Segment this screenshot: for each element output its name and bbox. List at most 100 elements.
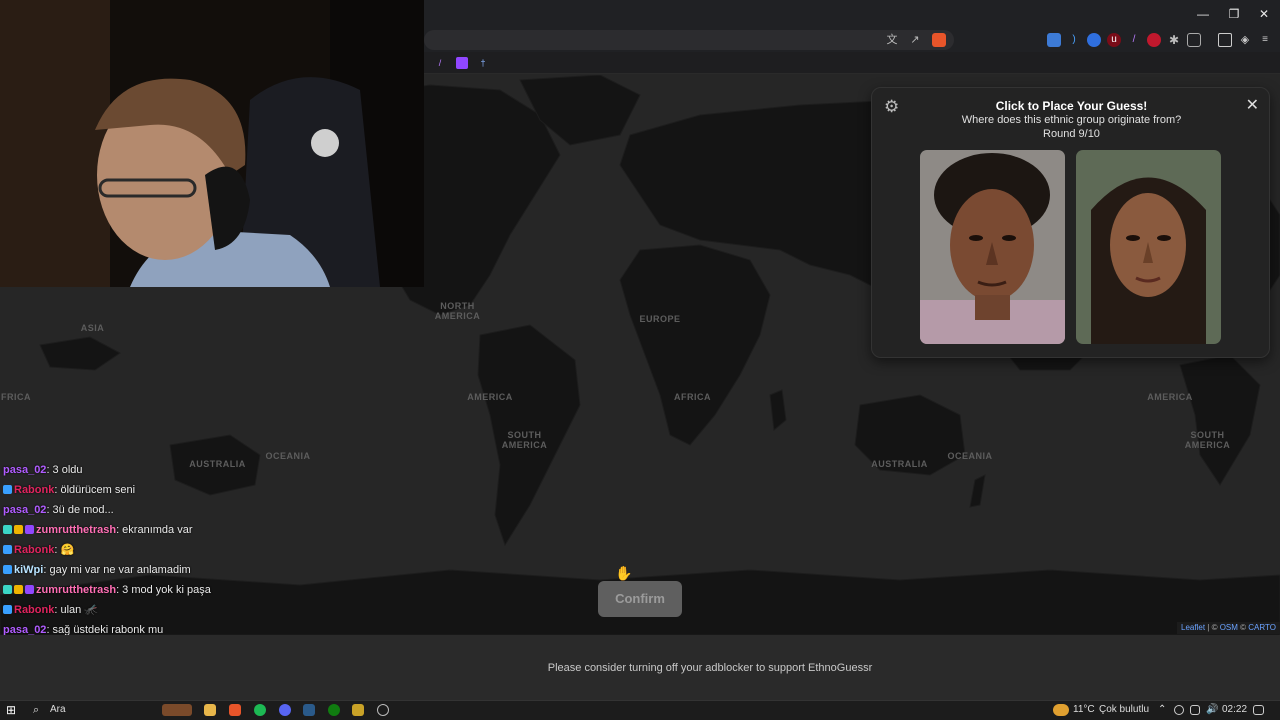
chat-text: : 3ü de mod... xyxy=(46,504,114,516)
label-america-mid: AMERICA xyxy=(467,392,513,402)
share-icon[interactable]: ↗ xyxy=(908,33,922,47)
label-europe: EUROPE xyxy=(639,314,681,324)
chat-message: Rabonk: ulan 🦟 xyxy=(3,602,423,622)
land-south-america-right xyxy=(1179,354,1261,486)
volume-icon[interactable]: 🔊 xyxy=(1206,703,1218,717)
extension-image-icon[interactable] xyxy=(1047,33,1061,47)
chat-badge-icon xyxy=(25,525,34,534)
label-africa: AFRICA xyxy=(674,392,711,402)
weather-icon xyxy=(1053,704,1069,716)
screenshot-icon[interactable] xyxy=(1187,33,1201,47)
osm-link[interactable]: OSM xyxy=(1220,623,1238,632)
discord-icon[interactable] xyxy=(279,704,291,716)
brave-browser-icon[interactable] xyxy=(229,704,241,716)
label-south-america-right: SOUTH AMERICA xyxy=(1184,430,1231,450)
label-asia-left: ASIA xyxy=(80,323,105,333)
spotify-icon[interactable] xyxy=(254,704,266,716)
sidebar-toggle-icon[interactable] xyxy=(1218,33,1232,47)
file-explorer-icon[interactable] xyxy=(204,704,216,716)
attribution-separator-1: | © xyxy=(1205,623,1220,632)
chat-badge-icon xyxy=(3,585,12,594)
chat-message: Rabonk: 🤗 xyxy=(3,542,423,562)
chat-badge-icon xyxy=(3,545,12,554)
label-africa-left: FRICA xyxy=(1,392,31,402)
label-south-america: SOUTH AMERICA xyxy=(501,430,548,450)
search-icon[interactable]: ⌕ xyxy=(33,703,39,717)
chat-message: pasa_02: 3 oldu xyxy=(3,462,423,482)
network-icon[interactable] xyxy=(1190,705,1200,715)
chat-badge-icon xyxy=(14,585,23,594)
extension-red-icon[interactable] xyxy=(1147,33,1161,47)
chat-text: : öldürücem seni xyxy=(54,484,136,496)
app-l-icon[interactable] xyxy=(352,704,364,716)
chat-username[interactable]: kiWpi xyxy=(14,564,43,576)
tray-chevron-icon[interactable]: ⌃ xyxy=(1158,703,1166,717)
minimize-button[interactable]: — xyxy=(1188,4,1218,24)
brave-shield-icon[interactable] xyxy=(932,33,946,47)
panel-title: Click to Place Your Guess! xyxy=(995,99,1148,113)
taskbar-search-label[interactable]: Ara xyxy=(50,703,66,717)
steam-icon[interactable] xyxy=(303,704,315,716)
extensions-puzzle-icon[interactable]: ✱ xyxy=(1167,33,1181,47)
taskbar-widget-icon[interactable] xyxy=(162,704,192,716)
tray-app-icon[interactable] xyxy=(1174,705,1184,715)
map-attribution: Leaflet | © OSM © CARTO xyxy=(1177,622,1280,634)
land-madagascar xyxy=(769,389,787,431)
land-new-zealand xyxy=(969,474,986,508)
xbox-icon[interactable] xyxy=(328,704,340,716)
chat-username[interactable]: Rabonk xyxy=(14,484,54,496)
bookmark-feather-icon[interactable]: / xyxy=(434,57,446,69)
taskbar-clock[interactable]: 02:22 xyxy=(1222,703,1247,717)
weather-description: Çok bulutlu xyxy=(1099,704,1150,715)
translate-icon[interactable]: 文 xyxy=(885,33,899,47)
hand-cursor-icon: ✋ xyxy=(615,565,633,581)
leaflet-link[interactable]: Leaflet xyxy=(1181,623,1205,632)
chat-text: : 3 oldu xyxy=(46,464,83,476)
label-america-right: AMERICA xyxy=(1147,392,1193,402)
label-oceania-left: OCEANIA xyxy=(265,451,311,461)
chat-username[interactable]: zumrutthetrash xyxy=(36,584,116,596)
chat-message: Rabonk: öldürücem seni xyxy=(3,482,423,502)
label-oceania: OCEANIA xyxy=(947,451,993,461)
bookmark-twitch-icon[interactable] xyxy=(456,57,468,69)
chat-badge-icon xyxy=(3,485,12,494)
chat-badge-icon xyxy=(3,605,12,614)
ublock-icon[interactable]: u xyxy=(1107,33,1121,47)
chat-username[interactable]: Rabonk xyxy=(14,604,54,616)
menu-icon[interactable]: ≡ xyxy=(1258,33,1272,47)
close-window-button[interactable]: ✕ xyxy=(1249,4,1279,24)
chat-badge-icon xyxy=(25,585,34,594)
carto-link[interactable]: CARTO xyxy=(1248,623,1276,632)
extension-blue-icon[interactable] xyxy=(1087,33,1101,47)
guess-panel: ⚙ ✕ Click to Place Your Guess! Where doe… xyxy=(871,87,1270,358)
windows-start-icon[interactable]: ⊞ xyxy=(6,703,16,717)
chat-badge-icon xyxy=(3,565,12,574)
obs-icon[interactable] xyxy=(377,704,389,716)
chat-username[interactable]: pasa_02 xyxy=(3,464,46,476)
chat-username[interactable]: Rabonk xyxy=(14,544,54,556)
attribution-separator-2: © xyxy=(1237,623,1249,632)
bookmark-pin-icon[interactable]: † xyxy=(477,57,489,69)
land-indonesia-left xyxy=(39,336,121,371)
extension-feather-icon[interactable]: / xyxy=(1127,33,1141,47)
face-image-female xyxy=(1076,150,1221,344)
face-image-male xyxy=(920,150,1065,344)
chat-username[interactable]: zumrutthetrash xyxy=(36,524,116,536)
chat-message: pasa_02: 3ü de mod... xyxy=(3,502,423,522)
confirm-button[interactable]: Confirm xyxy=(598,581,682,617)
chat-badge-icon xyxy=(14,525,23,534)
panel-question: Where does this ethnic group originate f… xyxy=(961,114,1182,126)
shield-icon[interactable]: ◈ xyxy=(1238,33,1252,47)
chat-message: kiWpi: gay mi var ne var anlamadim xyxy=(3,562,423,582)
extension-wave-icon[interactable]: ) xyxy=(1067,33,1081,47)
url-input[interactable] xyxy=(424,30,954,50)
maximize-button[interactable]: ❐ xyxy=(1219,4,1249,24)
weather-temperature: 11°C xyxy=(1073,704,1095,715)
notifications-icon[interactable] xyxy=(1253,705,1264,715)
chat-text: : ulan 🦟 xyxy=(54,604,99,616)
chat-message: zumrutthetrash: 3 mod yok ki paşa xyxy=(3,582,423,602)
chat-badge-icon xyxy=(3,525,12,534)
chat-text: : ekranımda var xyxy=(116,524,193,536)
chat-username[interactable]: pasa_02 xyxy=(3,504,46,516)
label-australia: AUSTRALIA xyxy=(871,459,928,469)
